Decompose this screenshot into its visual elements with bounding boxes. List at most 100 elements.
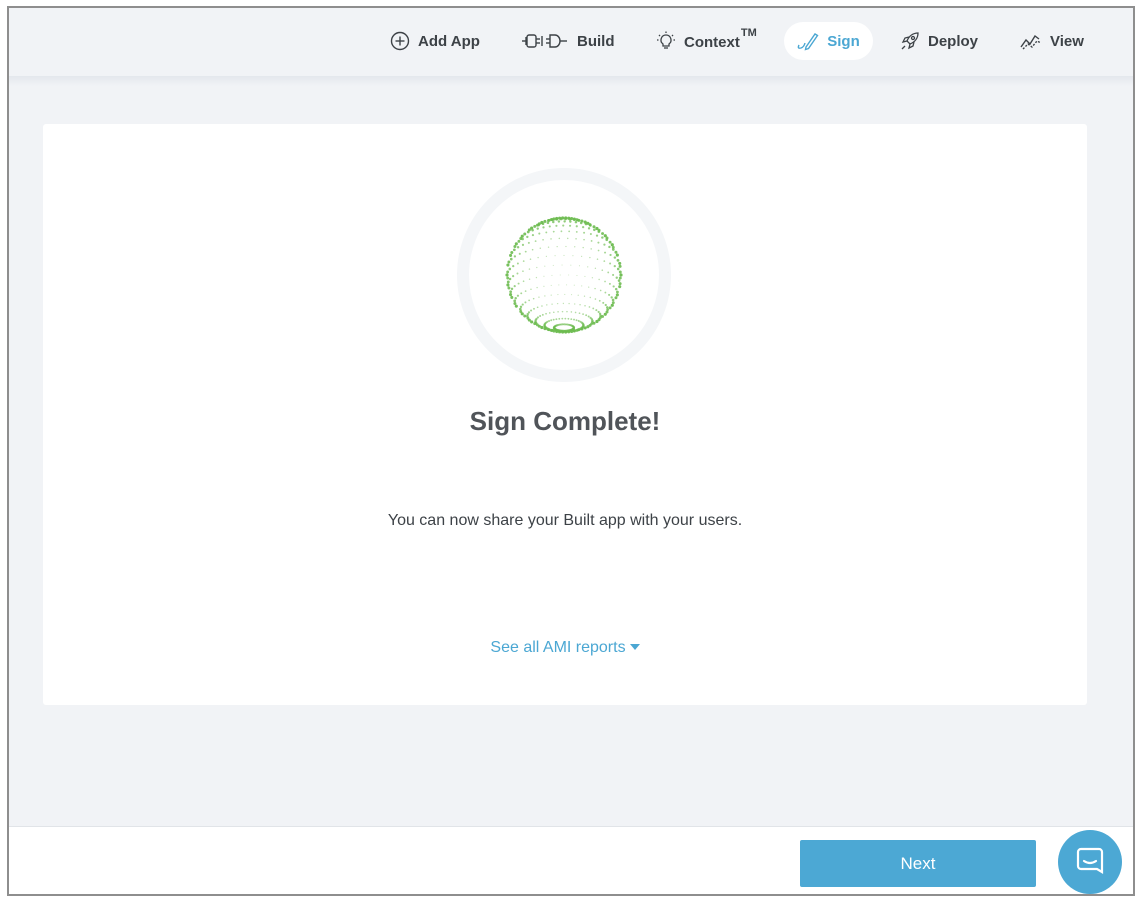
globe-dot	[521, 303, 524, 306]
nav-context[interactable]: ContextTM	[641, 22, 772, 60]
globe-dot	[578, 312, 581, 315]
globe-dot	[584, 304, 586, 307]
globe-dot	[526, 313, 529, 316]
trademark-mark: TM	[740, 26, 757, 39]
chat-launcher-button[interactable]	[1058, 830, 1122, 894]
globe-dot	[572, 255, 574, 257]
globe-dot	[523, 232, 527, 236]
globe-dot	[610, 303, 614, 307]
globe-dot	[534, 240, 537, 243]
globe-dot	[516, 294, 520, 297]
globe-dot	[601, 269, 604, 272]
globe-dot	[571, 294, 573, 296]
globe-dot	[603, 312, 607, 316]
globe-dot	[597, 241, 600, 244]
globe-dot	[527, 311, 531, 314]
globe-dot	[618, 285, 622, 289]
globe-dot	[586, 325, 590, 329]
ami-reports-link[interactable]: See all AMI reports	[43, 639, 1087, 657]
globe-dot	[574, 303, 576, 305]
globe-dot	[609, 262, 612, 265]
globe-dot	[529, 258, 532, 260]
globe-dot	[507, 286, 511, 290]
globe-dot	[601, 236, 604, 239]
globe-dot	[564, 293, 566, 296]
globe-dot	[592, 307, 595, 310]
globe-dot	[550, 238, 552, 240]
globe-dot	[531, 228, 534, 232]
globe-dot	[543, 285, 545, 287]
nav-add-app[interactable]: Add App	[375, 22, 495, 60]
globe-dot	[576, 218, 580, 222]
globe-dot	[516, 272, 519, 275]
plug-icon	[521, 32, 569, 50]
globe-dot	[557, 311, 559, 313]
nav-sign-label: Sign	[827, 32, 860, 50]
nav-view-label: View	[1050, 32, 1084, 50]
globe-dot	[605, 306, 609, 309]
globe-dot	[583, 231, 586, 234]
nav-sign[interactable]: Sign	[784, 22, 873, 60]
globe-dot	[516, 262, 519, 265]
globe-dot	[538, 232, 541, 235]
globe-dot	[591, 277, 594, 279]
plus-circle-icon	[390, 31, 410, 51]
globe-dot	[588, 306, 591, 308]
globe-dot	[557, 294, 559, 296]
globe-dot	[590, 248, 592, 250]
signature-pen-icon	[797, 31, 819, 51]
globe-dot	[562, 224, 565, 227]
globe-dot	[518, 252, 521, 255]
globe-dot	[522, 270, 524, 273]
caret-down-icon	[629, 643, 640, 650]
globe-dot	[564, 317, 567, 320]
globe-dot	[552, 318, 555, 321]
globe-dot	[618, 270, 622, 274]
globe-dot	[584, 275, 586, 277]
globe-dot	[604, 291, 607, 294]
globe-dot	[519, 307, 522, 311]
globe-dot	[569, 220, 572, 223]
nav-build[interactable]: Build	[506, 22, 630, 60]
globe-dot	[553, 311, 555, 314]
globe-dot	[536, 227, 539, 230]
nav-view[interactable]: View	[1005, 22, 1099, 60]
globe-dot	[558, 317, 561, 320]
globe-dot	[590, 240, 593, 242]
globe-dot	[555, 217, 559, 221]
globe-dot	[576, 274, 578, 277]
globe-dot	[592, 225, 596, 229]
globe-dot	[569, 224, 572, 227]
globe-dot	[594, 267, 597, 270]
globe-dot	[558, 284, 560, 286]
globe-dot	[531, 233, 535, 237]
globe-dot	[608, 282, 611, 285]
globe-dot	[570, 264, 572, 266]
next-button[interactable]: Next	[800, 840, 1036, 887]
globe-dot	[509, 293, 513, 297]
globe-dot	[589, 256, 591, 259]
globe-dot	[513, 255, 517, 258]
nav-deploy[interactable]: Deploy	[885, 22, 993, 60]
globe-dot	[548, 225, 551, 228]
globe-dot	[615, 253, 619, 257]
globe-dot	[577, 294, 579, 296]
globe-dot	[566, 284, 568, 286]
globe-dot	[548, 312, 551, 314]
globe-icon	[503, 214, 625, 336]
globe-dot	[522, 280, 525, 283]
globe-dot	[598, 278, 600, 281]
chat-bubble-icon	[1075, 845, 1105, 880]
globe-dot	[535, 276, 538, 279]
globe-dot	[520, 292, 523, 295]
globe-dot	[565, 245, 567, 248]
globe-dot	[589, 232, 592, 236]
globe-dot	[537, 223, 540, 227]
globe-dot	[559, 217, 563, 221]
nav-context-label: Context	[684, 33, 740, 51]
globe-dot	[597, 230, 601, 233]
globe-dot	[546, 221, 550, 224]
globe-dot	[530, 309, 533, 312]
globe-dot	[614, 250, 618, 254]
globe-dot	[619, 273, 623, 277]
